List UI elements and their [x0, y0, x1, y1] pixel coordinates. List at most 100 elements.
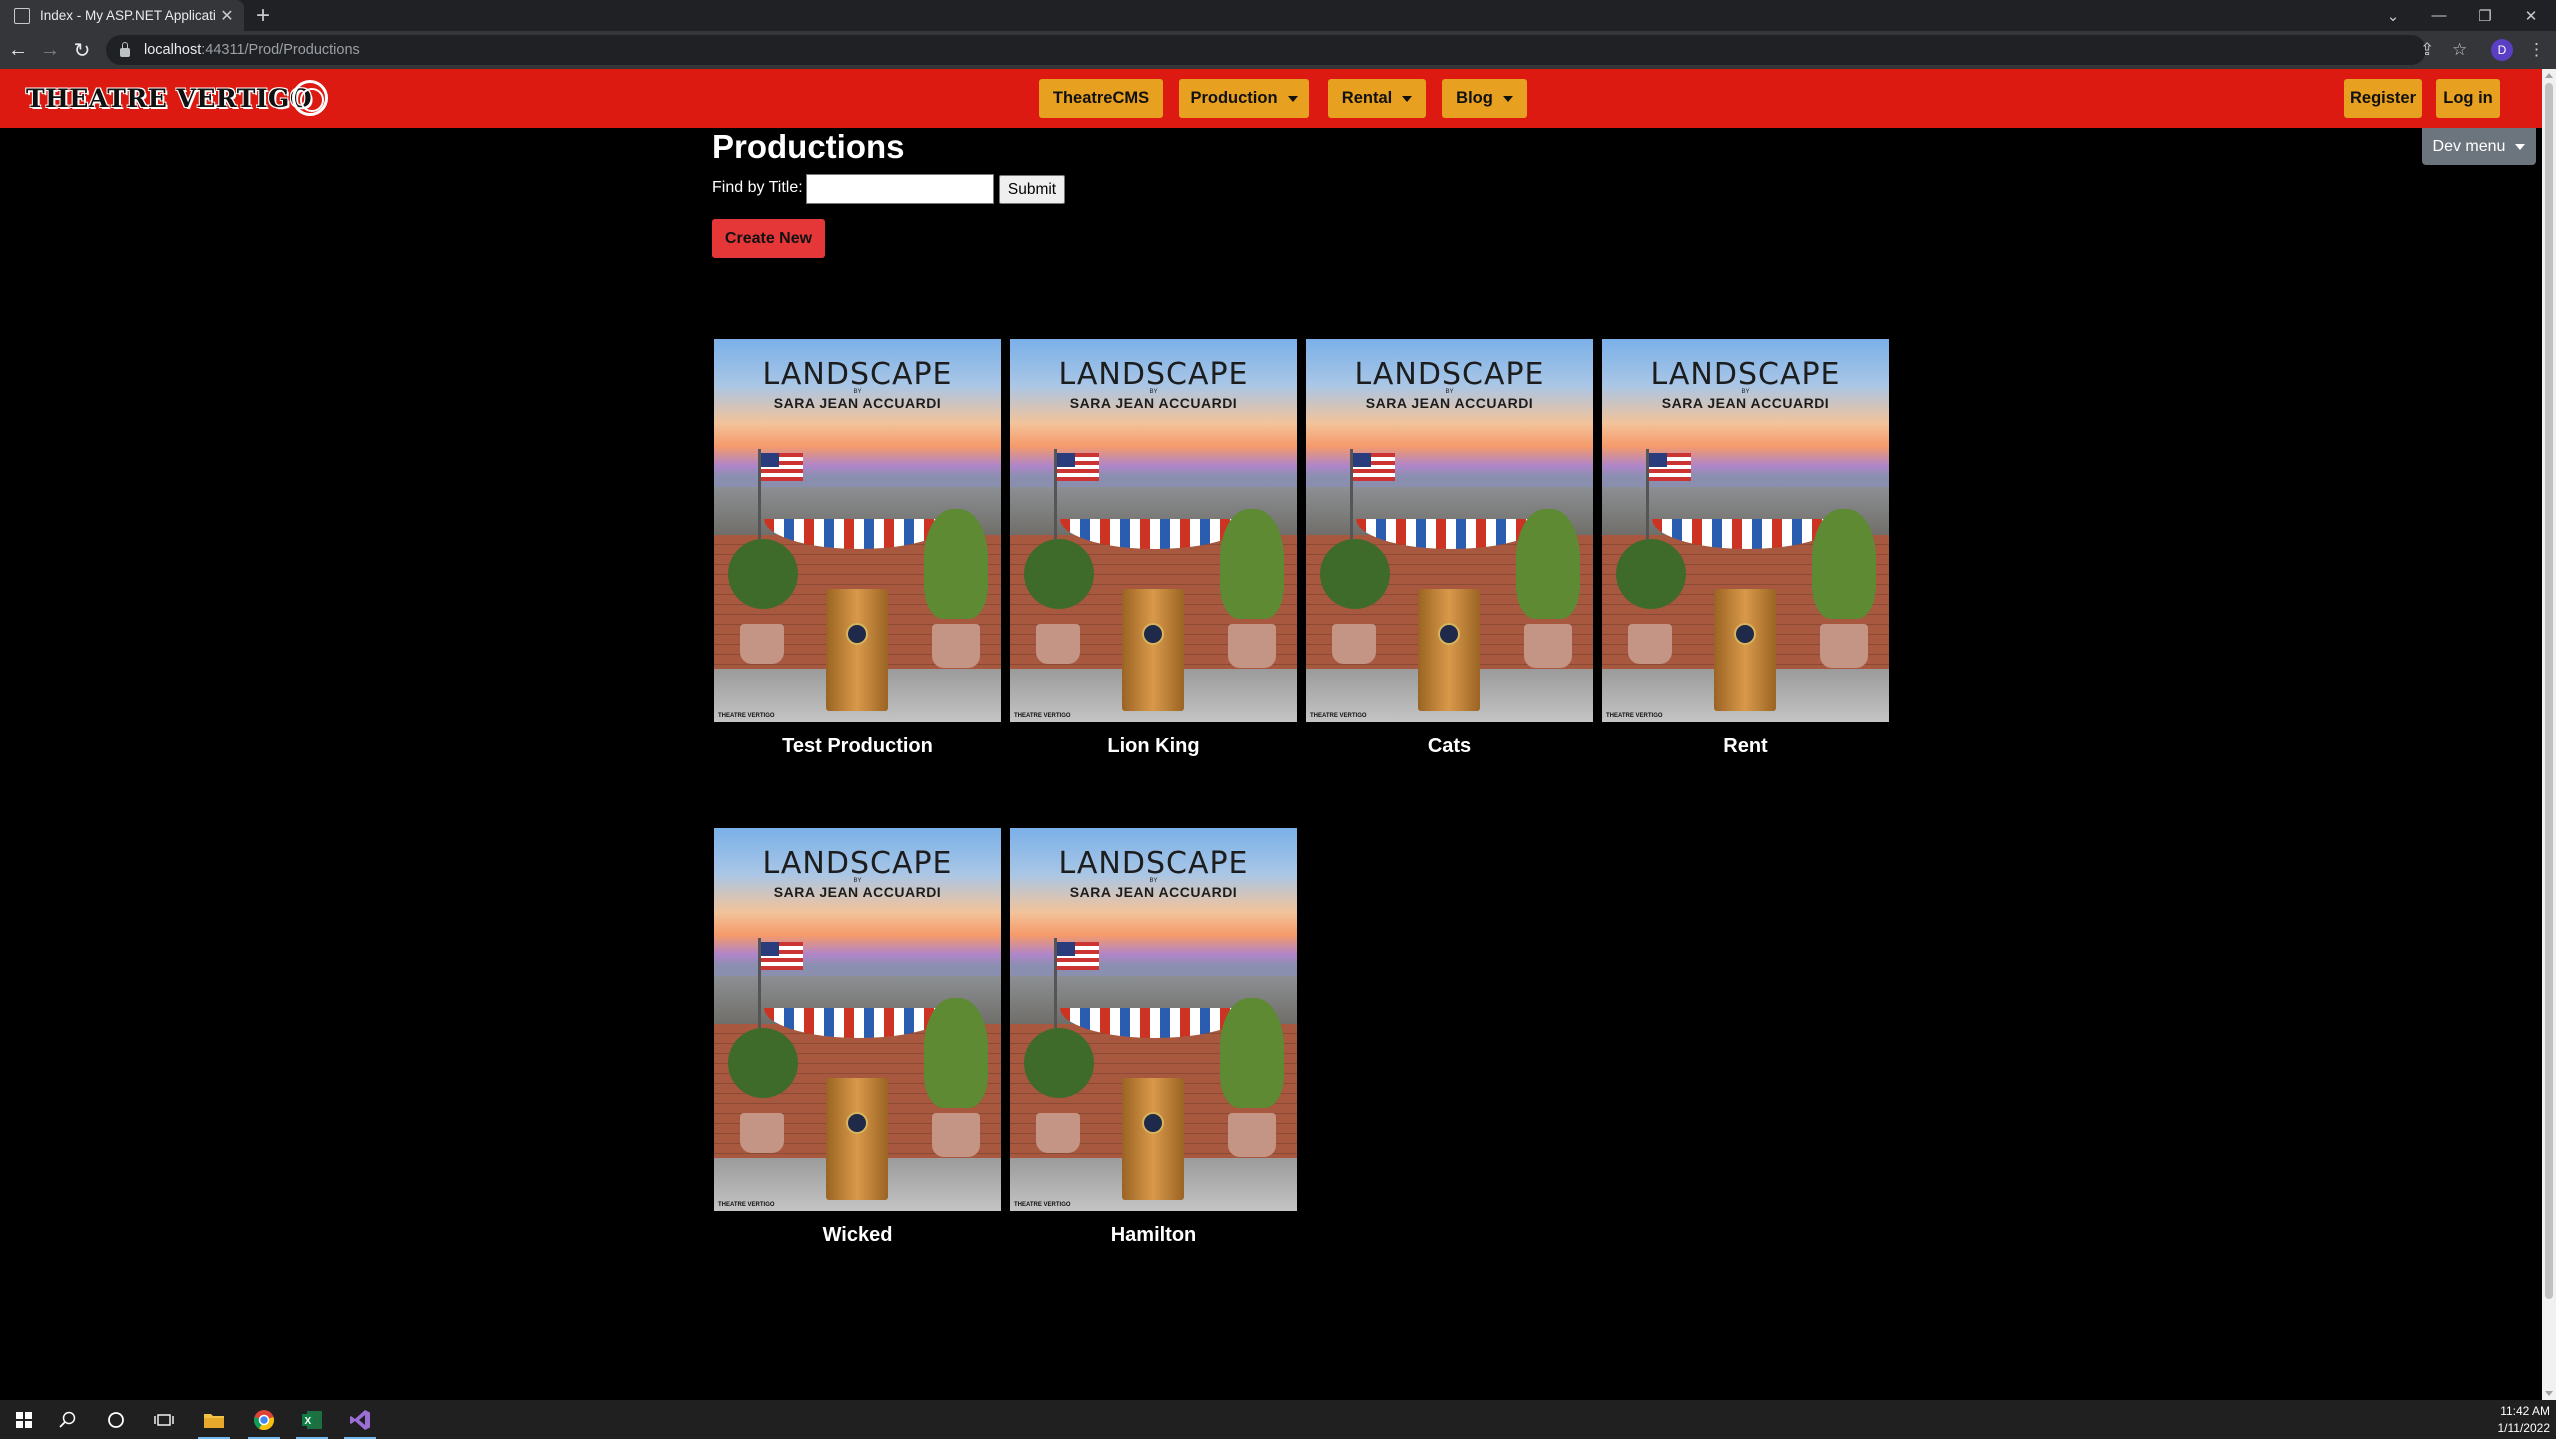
site-navbar: THEATRE VERTIGO TheatreCMS Production Re…	[0, 69, 2542, 128]
production-card[interactable]: LANDSCAPE BY SARA JEAN ACCUARDI THEATRE …	[1602, 339, 1889, 758]
podium-icon	[826, 589, 888, 711]
tab-search-icon[interactable]: ⌄	[2370, 0, 2416, 31]
scroll-down-icon[interactable]	[2545, 1391, 2553, 1396]
production-card[interactable]: LANDSCAPE BY SARA JEAN ACCUARDI THEATRE …	[1010, 828, 1297, 1247]
logo-swirl-icon	[292, 80, 329, 116]
share-icon[interactable]: ⇪	[2420, 40, 2434, 60]
poster-author: SARA JEAN ACCUARDI	[773, 395, 942, 411]
close-tab-icon[interactable]: ✕	[216, 6, 238, 26]
nav-rental-dropdown[interactable]: Rental	[1328, 79, 1426, 118]
production-poster[interactable]: LANDSCAPE BY SARA JEAN ACCUARDI THEATRE …	[1602, 339, 1889, 722]
seal-icon	[1734, 623, 1756, 645]
nav-blog-dropdown[interactable]: Blog	[1442, 79, 1527, 118]
reload-icon[interactable]: ↻	[68, 36, 96, 64]
register-button[interactable]: Register	[2344, 79, 2422, 118]
scroll-up-icon[interactable]	[2545, 73, 2553, 78]
poster-author: SARA JEAN ACCUARDI	[1069, 884, 1238, 900]
production-poster[interactable]: LANDSCAPE BY SARA JEAN ACCUARDI THEATRE …	[714, 339, 1001, 722]
nav-blog-label: Blog	[1456, 89, 1493, 107]
seal-icon	[846, 1112, 868, 1134]
profile-avatar[interactable]: D	[2491, 39, 2513, 61]
production-poster[interactable]: LANDSCAPE BY SARA JEAN ACCUARDI THEATRE …	[1010, 339, 1297, 722]
podium-icon	[1122, 1078, 1184, 1200]
lock-icon	[120, 41, 130, 57]
poster-author: SARA JEAN ACCUARDI	[1365, 395, 1534, 411]
windows-start-icon[interactable]	[0, 1400, 48, 1439]
browser-menu-icon[interactable]: ⋮	[2528, 40, 2545, 60]
browser-toolbar: ← → ↻ localhost :44311/Prod/Productions …	[0, 31, 2556, 69]
flag-icon	[761, 453, 803, 481]
address-bar[interactable]: localhost :44311/Prod/Productions	[106, 35, 2426, 65]
nav-production-dropdown[interactable]: Production	[1179, 79, 1309, 118]
poster-footer: THEATRE VERTIGO	[1014, 713, 1071, 719]
flag-icon	[1057, 942, 1099, 970]
back-icon[interactable]: ←	[4, 36, 32, 64]
poster-footer: THEATRE VERTIGO	[1606, 713, 1663, 719]
forward-icon[interactable]: →	[36, 36, 64, 64]
visual-studio-icon[interactable]	[336, 1400, 384, 1439]
scroll-thumb[interactable]	[2545, 83, 2553, 1299]
poster-author: SARA JEAN ACCUARDI	[773, 884, 942, 900]
poster-footer: THEATRE VERTIGO	[1310, 713, 1367, 719]
page-icon	[14, 7, 30, 24]
production-card[interactable]: LANDSCAPE BY SARA JEAN ACCUARDI THEATRE …	[714, 339, 1001, 758]
taskbar-clock[interactable]: 11:42 AM 1/11/2022	[2498, 1403, 2551, 1437]
nav-theatrecms[interactable]: TheatreCMS	[1039, 79, 1163, 118]
flag-icon	[1649, 453, 1691, 481]
poster-footer: THEATRE VERTIGO	[1014, 1202, 1071, 1208]
submit-button[interactable]: Submit	[999, 175, 1065, 204]
nav-theatrecms-label: TheatreCMS	[1052, 89, 1150, 107]
production-card[interactable]: LANDSCAPE BY SARA JEAN ACCUARDI THEATRE …	[714, 828, 1001, 1247]
file-explorer-icon[interactable]	[190, 1400, 238, 1439]
page-scrollbar[interactable]	[2542, 69, 2556, 1400]
production-card[interactable]: LANDSCAPE BY SARA JEAN ACCUARDI THEATRE …	[1306, 339, 1593, 758]
caret-down-icon	[1402, 95, 1413, 102]
nav-production-label: Production	[1190, 89, 1278, 107]
create-new-button[interactable]: Create New	[712, 219, 825, 258]
production-poster[interactable]: LANDSCAPE BY SARA JEAN ACCUARDI THEATRE …	[1306, 339, 1593, 722]
flag-icon	[1057, 453, 1099, 481]
podium-icon	[1714, 589, 1776, 711]
production-poster[interactable]: LANDSCAPE BY SARA JEAN ACCUARDI THEATRE …	[714, 828, 1001, 1211]
login-label: Log in	[2443, 89, 2493, 107]
url-path: :44311/Prod/Productions	[201, 42, 360, 58]
production-title[interactable]: Rent	[1602, 735, 1889, 758]
clock-time: 11:42 AM	[2500, 1404, 2550, 1418]
seal-icon	[1438, 623, 1460, 645]
production-title[interactable]: Test Production	[714, 735, 1001, 758]
production-title[interactable]: Hamilton	[1010, 1224, 1297, 1247]
browser-tab[interactable]: Index - My ASP.NET Application ✕	[0, 0, 244, 31]
restore-icon[interactable]: ❐	[2462, 0, 2508, 31]
clock-date: 1/11/2022	[2497, 1421, 2551, 1435]
production-title[interactable]: Wicked	[714, 1224, 1001, 1247]
cortana-icon[interactable]	[92, 1400, 140, 1439]
minimize-icon[interactable]: —	[2416, 0, 2462, 31]
page-title: Productions	[712, 128, 905, 165]
search-title-input[interactable]	[806, 174, 994, 204]
site-logo[interactable]: THEATRE VERTIGO	[26, 80, 329, 116]
chrome-icon[interactable]	[240, 1400, 288, 1439]
bookmark-star-icon[interactable]: ☆	[2452, 40, 2467, 60]
flag-icon	[761, 942, 803, 970]
logo-text: THEATRE VERTIGO	[26, 83, 313, 113]
production-title[interactable]: Cats	[1306, 735, 1593, 758]
poster-title: LANDSCAPE	[762, 846, 953, 881]
task-view-icon[interactable]	[140, 1400, 188, 1439]
svg-text:X: X	[305, 1416, 312, 1427]
production-poster[interactable]: LANDSCAPE BY SARA JEAN ACCUARDI THEATRE …	[1010, 828, 1297, 1211]
close-window-icon[interactable]: ✕	[2508, 0, 2554, 31]
caret-down-icon	[2515, 143, 2526, 150]
seal-icon	[1142, 1112, 1164, 1134]
windows-taskbar: X 11:42 AM 1/11/2022	[0, 1400, 2556, 1439]
excel-icon[interactable]: X	[288, 1400, 336, 1439]
seal-icon	[846, 623, 868, 645]
poster-author: SARA JEAN ACCUARDI	[1069, 395, 1238, 411]
search-icon[interactable]	[44, 1400, 92, 1439]
production-card[interactable]: LANDSCAPE BY SARA JEAN ACCUARDI THEATRE …	[1010, 339, 1297, 758]
production-title[interactable]: Lion King	[1010, 735, 1297, 758]
dev-menu-label: Dev menu	[2432, 137, 2506, 155]
poster-footer: THEATRE VERTIGO	[718, 1202, 775, 1208]
new-tab-icon[interactable]: +	[256, 2, 270, 29]
login-button[interactable]: Log in	[2436, 79, 2500, 118]
dev-menu-dropdown[interactable]: Dev menu	[2422, 128, 2536, 165]
